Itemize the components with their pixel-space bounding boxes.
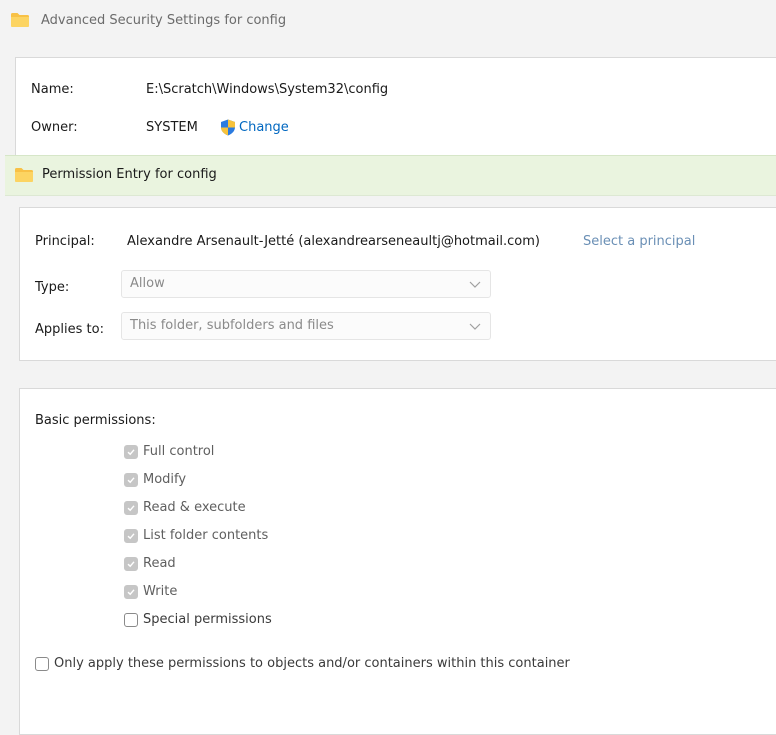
checkmark-icon — [127, 560, 135, 567]
only-apply-checkbox-row[interactable]: Only apply these permissions to objects … — [35, 656, 570, 671]
permission-checkbox[interactable] — [124, 528, 138, 543]
type-select[interactable]: Allow — [121, 270, 491, 298]
outer-window-title-bar: Advanced Security Settings for config — [0, 0, 776, 44]
owner-label: Owner: — [31, 120, 78, 135]
checkmark-icon — [127, 588, 135, 595]
permission-row[interactable]: Read & execute — [124, 500, 246, 515]
chevron-down-icon — [469, 323, 481, 330]
permission-row[interactable]: Special permissions — [124, 612, 272, 627]
checkmark-icon — [127, 448, 135, 455]
type-label: Type: — [35, 280, 70, 295]
outer-window-title: Advanced Security Settings for config — [41, 13, 287, 28]
name-value: E:\Scratch\Windows\System32\config — [146, 82, 389, 97]
permission-entry-dialog: Permission Entry for config Principal: A… — [5, 155, 776, 735]
permission-label: Write — [143, 584, 178, 599]
only-apply-label: Only apply these permissions to objects … — [54, 656, 570, 671]
permission-entry-title-bar: Permission Entry for config — [5, 155, 776, 196]
permission-row[interactable]: List folder contents — [124, 528, 268, 543]
permission-checkbox[interactable] — [124, 444, 138, 459]
chevron-down-icon — [469, 281, 481, 288]
checkmark-icon — [127, 532, 135, 539]
principal-value: Alexandre Arsenault-Jetté (alexandrearse… — [127, 234, 540, 249]
permission-checkbox[interactable] — [124, 500, 138, 515]
permission-label: Full control — [143, 444, 215, 459]
outer-properties-panel: Name: E:\Scratch\Windows\System32\config… — [15, 57, 776, 157]
owner-value: SYSTEM — [146, 120, 198, 135]
applies-to-label: Applies to: — [35, 322, 104, 337]
basic-permissions-panel: Basic permissions: Full control Modify Rea… — [19, 388, 776, 735]
principal-panel: Principal: Alexandre Arsenault-Jetté (al… — [19, 207, 776, 361]
type-select-value: Allow — [130, 276, 165, 291]
permission-row[interactable]: Write — [124, 584, 177, 599]
permission-label: List folder contents — [143, 528, 269, 543]
permission-label: Read & execute — [143, 500, 246, 515]
permission-checkbox[interactable] — [124, 556, 138, 571]
applies-to-select-value: This folder, subfolders and files — [130, 318, 334, 333]
permission-label: Read — [143, 556, 176, 571]
permission-checkbox[interactable] — [124, 472, 138, 487]
permission-entry-title: Permission Entry for config — [42, 167, 217, 182]
uac-shield-icon — [221, 119, 235, 136]
permission-row[interactable]: Modify — [124, 472, 186, 487]
permission-checkbox[interactable] — [124, 612, 138, 627]
change-owner-link[interactable]: Change — [239, 120, 289, 135]
principal-label: Principal: — [35, 234, 95, 249]
folder-icon — [15, 168, 33, 182]
permission-row[interactable]: Read — [124, 556, 176, 571]
name-label: Name: — [31, 82, 74, 97]
basic-permissions-heading: Basic permissions: — [35, 413, 156, 428]
permission-row[interactable]: Full control — [124, 444, 214, 459]
only-apply-checkbox[interactable] — [35, 656, 49, 671]
permission-checkbox[interactable] — [124, 584, 138, 599]
permission-label: Special permissions — [143, 612, 272, 627]
checkmark-icon — [127, 476, 135, 483]
applies-to-select[interactable]: This folder, subfolders and files — [121, 312, 491, 340]
folder-icon — [11, 13, 29, 27]
permission-label: Modify — [143, 472, 187, 487]
select-principal-link[interactable]: Select a principal — [583, 234, 695, 249]
checkmark-icon — [127, 504, 135, 511]
